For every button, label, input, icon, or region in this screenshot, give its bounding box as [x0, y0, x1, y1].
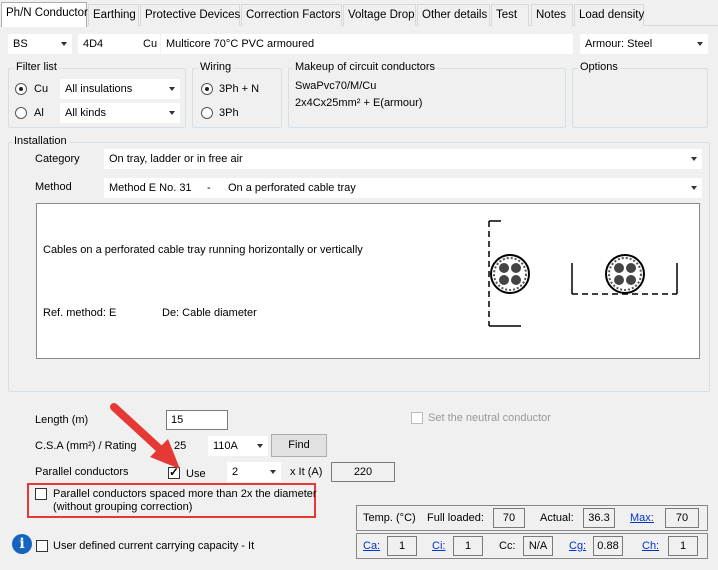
actual-label: Actual: [540, 512, 574, 524]
user-defined-label: User defined current carrying capacity -… [53, 540, 255, 552]
makeup-line-2: 2x4Cx25mm² + E(armour) [295, 97, 423, 109]
cable-description[interactable]: Multicore 70°C PVC armoured [161, 34, 573, 54]
category-value: On tray, ladder or in free air [109, 153, 243, 165]
radio-cu[interactable] [15, 83, 27, 95]
max-link[interactable]: Max: [630, 512, 654, 524]
chevron-down-icon [257, 444, 263, 448]
category-label: Category [35, 153, 80, 165]
radio-3ph-label: 3Ph [219, 107, 239, 119]
tab-ph-n-conductor[interactable]: Ph/N Conductor [1, 2, 88, 27]
find-button[interactable]: Find [271, 434, 327, 457]
cable-description-text: Multicore 70°C PVC armoured [166, 38, 315, 50]
kinds-value: All kinds [65, 107, 106, 119]
cable-diameter-note: De: Cable diameter [162, 307, 257, 319]
tab-panel: BS 4D4 Cu Multicore 70°C PVC armoured Ar… [0, 26, 718, 570]
cable-tray-diagram [488, 220, 678, 327]
tab-earthing[interactable]: Earthing [88, 4, 139, 26]
insulations-select[interactable]: All insulations [60, 79, 180, 99]
neutral-label: Set the neutral conductor [428, 412, 551, 424]
temperature-panel: Temp. (°C) Full loaded: 70 Actual: 36.3 … [356, 505, 708, 531]
max-value: 70 [665, 508, 699, 528]
method-code: Method E No. 31 [109, 182, 192, 194]
actual-value: 36.3 [583, 508, 615, 528]
full-loaded-value: 70 [493, 508, 525, 528]
cg-value: 0.88 [593, 536, 623, 556]
temp-label: Temp. (°C) [363, 512, 416, 524]
ca-value: 1 [387, 536, 417, 556]
parallel-count-value: 2 [232, 466, 239, 478]
reference-method: Ref. method: E [43, 307, 117, 319]
cc-value: N/A [523, 536, 553, 556]
length-label: Length (m) [35, 414, 89, 426]
chevron-down-icon [169, 87, 175, 91]
tab-notes[interactable]: Notes [531, 4, 573, 26]
radio-3ph[interactable] [201, 107, 213, 119]
makeup-title: Makeup of circuit conductors [293, 61, 438, 73]
kinds-select[interactable]: All kinds [60, 103, 180, 123]
method-dash: - [207, 182, 211, 194]
radio-cu-label: Cu [34, 83, 49, 95]
wiring-group [192, 68, 282, 128]
chevron-down-icon [691, 157, 697, 161]
radio-3ph-n[interactable] [201, 83, 213, 95]
armour-value: Armour: Steel [585, 38, 653, 50]
user-defined-checkbox[interactable] [36, 540, 48, 552]
chevron-down-icon [691, 186, 697, 190]
chevron-down-icon [61, 42, 67, 46]
ch-link[interactable]: Ch: [642, 540, 659, 552]
standard-select[interactable]: BS [8, 34, 72, 54]
info-icon[interactable]: i [12, 534, 32, 554]
wiring-title: Wiring [198, 61, 234, 73]
options-group [572, 68, 708, 128]
spaced-label-line-1: Parallel conductors spaced more than 2x … [53, 488, 317, 500]
tab-protective-devices[interactable]: Protective Devices [140, 4, 240, 26]
radio-al-label: Al [34, 107, 44, 119]
method-label: Method [35, 181, 72, 193]
tab-other-details[interactable]: Other details [417, 4, 490, 26]
chevron-down-icon [169, 111, 175, 115]
ch-value: 1 [668, 536, 698, 556]
insulations-value: All insulations [65, 83, 133, 95]
rating-value: 110A [213, 440, 238, 452]
annotation-arrow-icon [110, 403, 180, 469]
xit-label: x It (A) [290, 466, 323, 478]
ci-link[interactable]: Ci: [432, 540, 445, 552]
armour-select[interactable]: Armour: Steel [580, 34, 708, 54]
tab-load-density[interactable]: Load density [574, 4, 644, 26]
radio-al[interactable] [15, 107, 27, 119]
cable-ref-field[interactable]: 4D4 Cu [78, 34, 160, 54]
xit-value: 220 [331, 462, 395, 482]
method-value: On a perforated cable tray [228, 182, 356, 194]
category-select[interactable]: On tray, ladder or in free air [104, 149, 702, 169]
method-select[interactable]: Method E No. 31 - On a perforated cable … [104, 178, 702, 198]
method-description: Cables on a perforated cable tray runnin… [43, 244, 363, 256]
standard-value: BS [13, 38, 28, 50]
material-value: Cu [143, 38, 158, 50]
full-loaded-label: Full loaded: [427, 512, 484, 524]
filter-list-title: Filter list [14, 61, 59, 73]
neutral-checkbox[interactable] [411, 412, 423, 424]
chevron-down-icon [270, 470, 276, 474]
correction-factors-panel: Ca: 1 Ci: 1 Cc: N/A Cg: 0.88 Ch: 1 [356, 533, 708, 559]
makeup-line-1: SwaPvc70/M/Cu [295, 80, 377, 92]
chevron-down-icon [697, 42, 703, 46]
ca-link[interactable]: Ca: [363, 540, 380, 552]
tab-test[interactable]: Test [491, 4, 529, 26]
cable-ref-value: 4D4 [83, 38, 104, 50]
radio-3ph-n-label: 3Ph + N [219, 83, 260, 95]
rating-select[interactable]: 110A [208, 436, 268, 456]
parallel-count-select[interactable]: 2 [227, 462, 281, 482]
installation-title: Installation [12, 135, 69, 147]
cc-label: Cc: [499, 540, 516, 552]
tab-voltage-drop[interactable]: Voltage Drop [343, 4, 416, 26]
tab-bar: Ph/N Conductor Earthing Protective Devic… [0, 0, 718, 27]
method-picture-panel: Cables on a perforated cable tray runnin… [36, 203, 700, 359]
cg-link[interactable]: Cg: [569, 540, 586, 552]
ci-value: 1 [453, 536, 483, 556]
spaced-parallel-checkbox[interactable] [35, 488, 47, 500]
spaced-label-line-2: (without grouping correction) [53, 501, 193, 513]
tab-correction-factors[interactable]: Correction Factors [241, 4, 342, 26]
options-title: Options [578, 61, 620, 73]
